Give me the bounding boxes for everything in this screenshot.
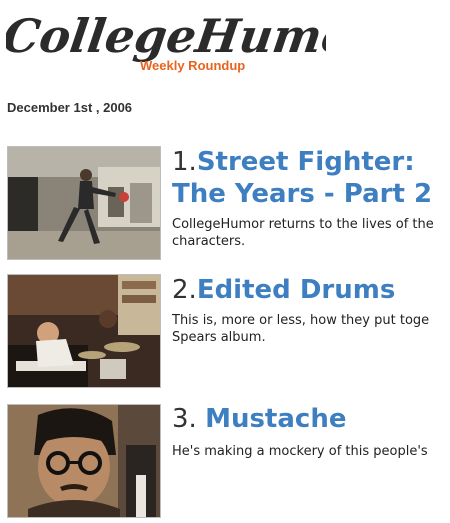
video-thumbnail[interactable] xyxy=(7,404,161,518)
item-number: 2. xyxy=(172,275,197,305)
video-title: 1.Street Fighter: The Years - Part 2 xyxy=(172,146,450,210)
video-title-link[interactable]: Street Fighter: The Years - Part 2 xyxy=(172,147,432,209)
item-number: 3. xyxy=(172,404,206,434)
video-item: 2.Edited Drums This is, more or less, ho… xyxy=(0,274,450,394)
video-description-line-1: This is, more or less, how they put toge xyxy=(172,313,430,328)
video-item: 3. Mustache He's making a mockery of thi… xyxy=(0,403,450,523)
video-title: 2.Edited Drums xyxy=(172,274,450,306)
video-item: 1.Street Fighter: The Years - Part 2 Col… xyxy=(0,144,450,264)
video-title-link[interactable]: Edited Drums xyxy=(197,275,396,305)
issue-date: December 1st , 2006 xyxy=(7,100,133,115)
logo-text: CollegeHumor xyxy=(6,9,326,62)
video-title-link[interactable]: Mustache xyxy=(205,404,346,434)
video-thumbnail[interactable] xyxy=(7,146,161,260)
video-title: 3. Mustache xyxy=(172,403,450,435)
item-number: 1. xyxy=(172,147,197,177)
collegehumor-logo[interactable]: CollegeHumor xyxy=(6,2,326,62)
video-description-line-1: He's making a mockery of this people's xyxy=(172,444,428,459)
header: CollegeHumor Weekly Roundup xyxy=(0,0,450,90)
header-subtitle: Weekly Roundup xyxy=(140,58,246,73)
video-description-line-2: Spears album. xyxy=(172,330,266,345)
video-description-line-1: CollegeHumor returns to the lives of the xyxy=(172,217,434,232)
video-thumbnail[interactable] xyxy=(7,274,161,388)
video-description-line-2: characters. xyxy=(172,234,246,249)
